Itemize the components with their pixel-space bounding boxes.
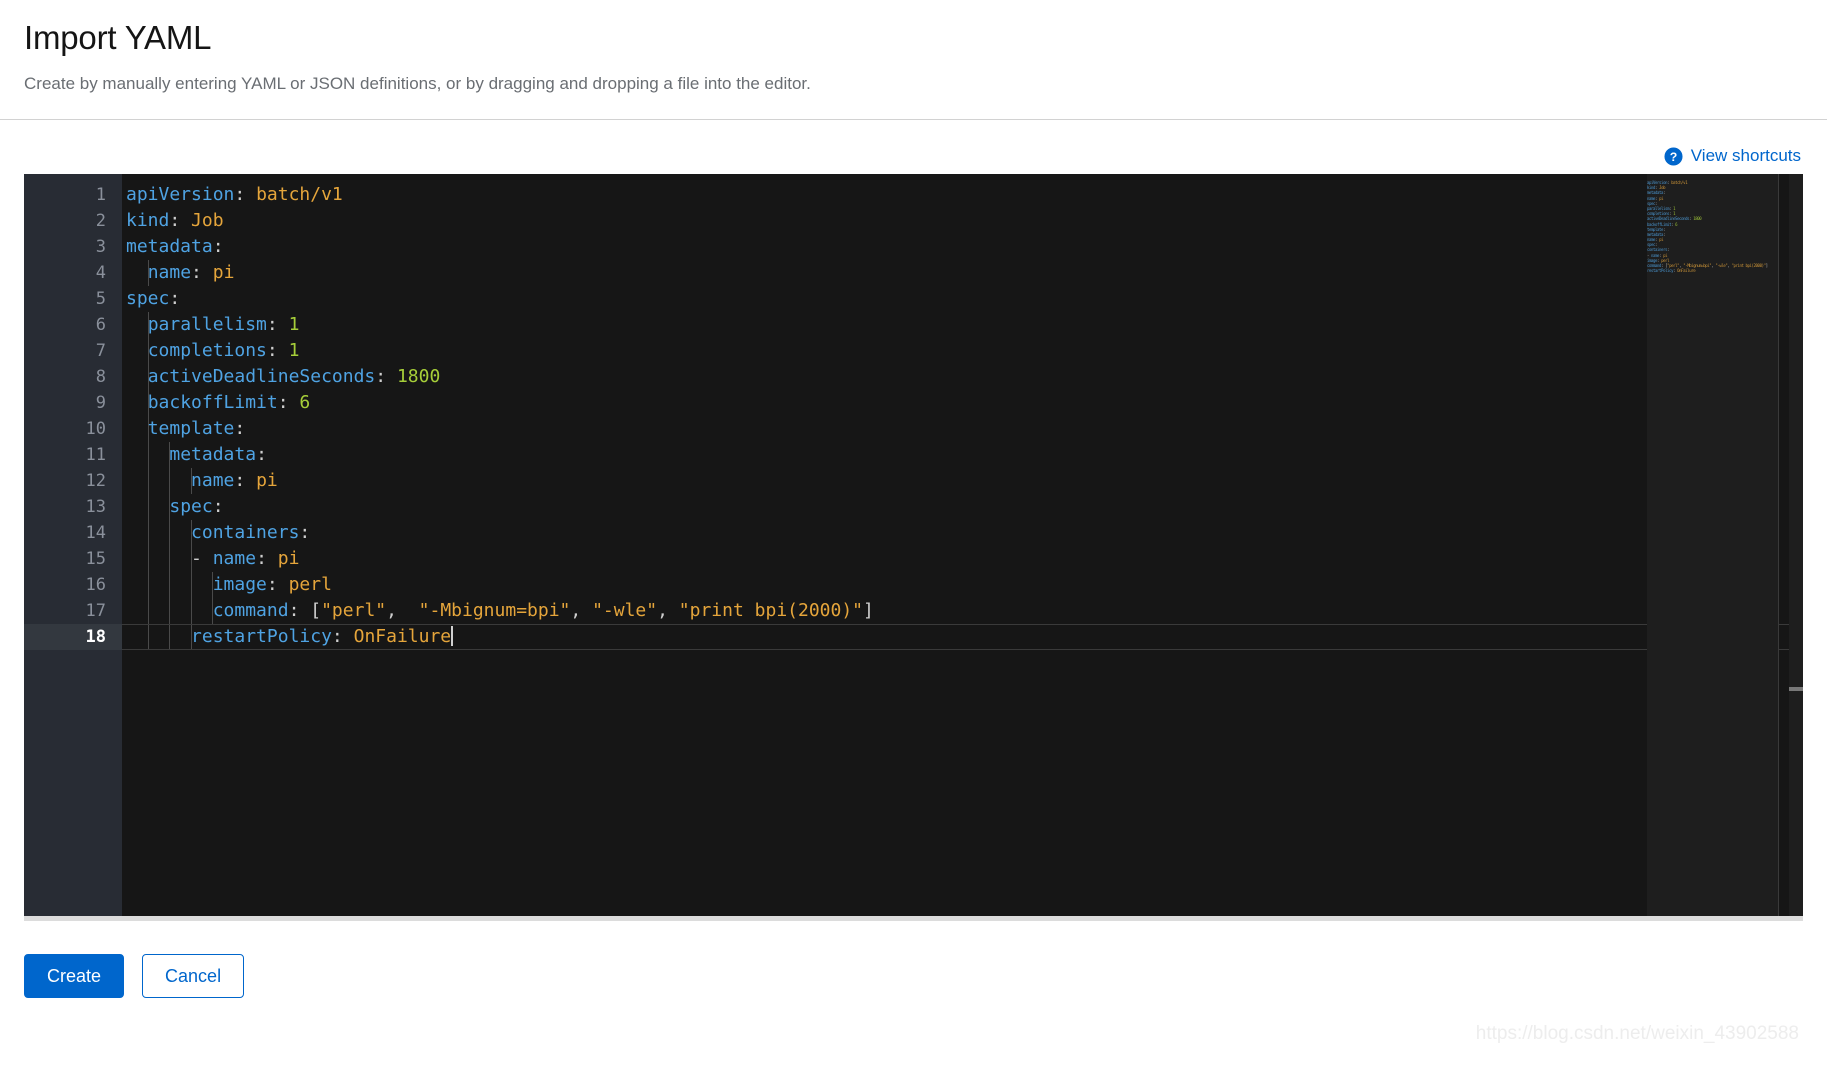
- minimap-divider: [1778, 174, 1779, 916]
- code-lines[interactable]: apiVersion: batch/v1 kind: Job metadata: n…: [122, 182, 1803, 650]
- code-line[interactable]: apiVersion: batch/v1: [122, 182, 1803, 208]
- cancel-button[interactable]: Cancel: [142, 954, 245, 998]
- code-line[interactable]: name: pi: [122, 260, 1803, 286]
- svg-text:?: ?: [1669, 150, 1677, 164]
- line-number: 13: [85, 497, 106, 517]
- footer-actions: Create Cancel: [0, 921, 1827, 998]
- page-subtitle: Create by manually entering YAML or JSON…: [24, 74, 811, 93]
- line-number: 6: [95, 315, 106, 335]
- line-number: 15: [85, 549, 106, 569]
- line-number: 11: [85, 445, 106, 465]
- yaml-editor-wrapper: 1 2 3 4 5 6 7 8 9 10 11 12 13 14 15 16 17 18 apiVersion: …: [24, 174, 1803, 916]
- code-line[interactable]: restartPolicy: OnFailure: [122, 624, 1803, 650]
- line-number: 9: [95, 393, 106, 413]
- line-number: 16: [85, 575, 106, 595]
- text-cursor: [451, 626, 454, 646]
- code-line[interactable]: kind: Job: [122, 208, 1803, 234]
- line-number: 8: [95, 367, 106, 387]
- line-number: 5: [95, 289, 106, 309]
- page-header: Import YAML Create by manually entering …: [0, 0, 1827, 96]
- code-line[interactable]: name: pi: [122, 468, 1803, 494]
- vertical-scrollbar-thumb[interactable]: [1789, 687, 1803, 691]
- line-number: 10: [85, 419, 106, 439]
- line-number: 12: [85, 471, 106, 491]
- watermark: https://blog.csdn.net/weixin_43902588: [1475, 1023, 1799, 1044]
- create-button[interactable]: Create: [24, 954, 125, 998]
- code-line[interactable]: activeDeadlineSeconds: 1800: [122, 364, 1803, 390]
- code-content-area[interactable]: apiVersion: batch/v1 kind: Job metadata: n…: [122, 174, 1803, 916]
- code-line[interactable]: spec:: [122, 286, 1803, 312]
- code-line[interactable]: metadata:: [122, 234, 1803, 260]
- code-line[interactable]: template:: [122, 416, 1803, 442]
- vertical-scrollbar[interactable]: [1789, 174, 1803, 916]
- view-shortcuts-link[interactable]: ? View shortcuts: [1664, 146, 1801, 166]
- line-number-gutter: 1 2 3 4 5 6 7 8 9 10 11 12 13 14 15 16 17 18: [24, 174, 122, 916]
- editor-toolbar: ? View shortcuts: [0, 120, 1827, 174]
- code-line[interactable]: containers:: [122, 520, 1803, 546]
- line-number: 17: [85, 601, 106, 621]
- code-line[interactable]: image: perl: [122, 572, 1803, 598]
- line-number: 14: [85, 523, 106, 543]
- code-line[interactable]: command: ["perl", "-Mbignum=bpi", "-wle"…: [122, 598, 1803, 624]
- code-line[interactable]: completions: 1: [122, 338, 1803, 364]
- view-shortcuts-label: View shortcuts: [1690, 146, 1801, 165]
- line-number: 1: [95, 185, 106, 205]
- code-line[interactable]: - name: pi: [122, 546, 1803, 572]
- line-number: 18: [24, 624, 122, 650]
- page-title: Import YAML: [24, 19, 212, 56]
- line-number: 7: [95, 341, 106, 361]
- editor-minimap[interactable]: apiVersion: batch/v1 kind: Job metadata: n…: [1647, 174, 1779, 916]
- code-line[interactable]: metadata:: [122, 442, 1803, 468]
- code-line[interactable]: backoffLimit: 6: [122, 390, 1803, 416]
- line-number: 2: [95, 211, 106, 231]
- minimap-line: restartPolicy: OnFailure: [1647, 268, 1696, 274]
- line-number: 4: [95, 263, 106, 283]
- minimap-lines: apiVersion: batch/v1 kind: Job metadata: n…: [1647, 180, 1779, 273]
- yaml-code-editor[interactable]: 1 2 3 4 5 6 7 8 9 10 11 12 13 14 15 16 17 18 apiVersion: …: [24, 174, 1803, 916]
- line-number: 3: [95, 237, 106, 257]
- question-circle-icon: ?: [1664, 146, 1683, 166]
- code-line[interactable]: parallelism: 1: [122, 312, 1803, 338]
- code-line[interactable]: spec:: [122, 494, 1803, 520]
